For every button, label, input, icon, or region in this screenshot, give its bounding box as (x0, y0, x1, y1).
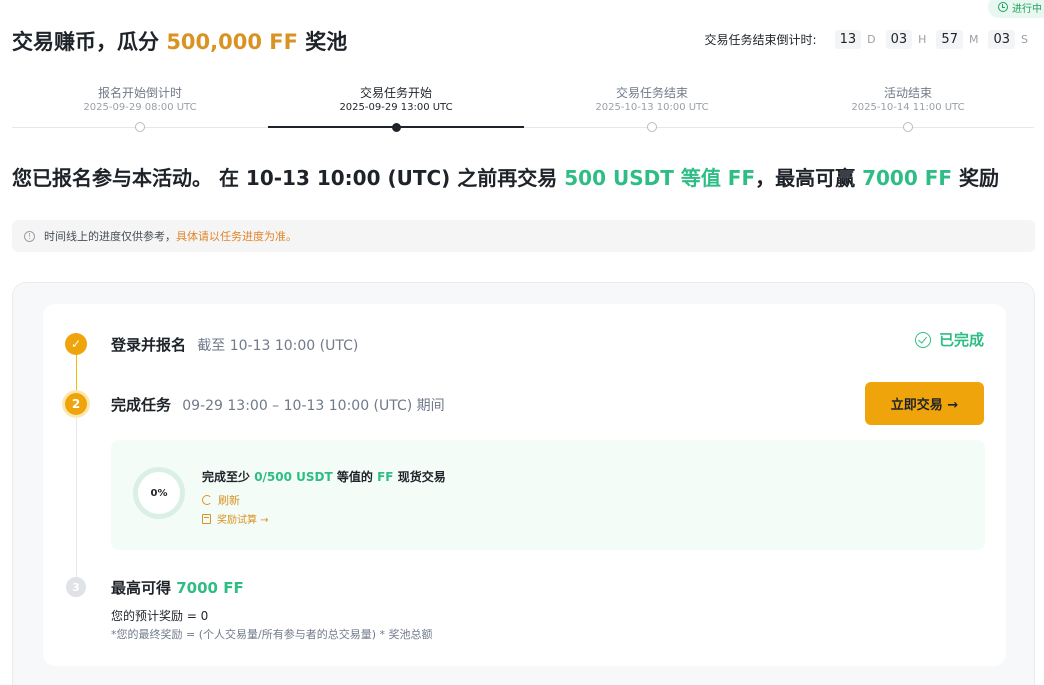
task-card-container: ✓ 登录并报名 截至 10-13 10:00 (UTC) 已完成 2 完成任务 … (12, 282, 1035, 685)
calculator-icon (202, 513, 211, 524)
trade-now-button[interactable]: 立即交易 → (865, 382, 984, 425)
info-icon: ! (24, 230, 35, 242)
clock-icon (998, 2, 1008, 12)
task-card: ✓ 登录并报名 截至 10-13 10:00 (UTC) 已完成 2 完成任务 … (43, 304, 1006, 666)
timeline-step-registration: 报名开始倒计时 2025-09-29 08:00 UTC (12, 84, 268, 132)
reward-formula: *您的最终奖励 = (个人交易量/所有参与者的总交易量) * 奖池总额 (111, 628, 433, 641)
prize-pool-amount: 500,000 FF (166, 30, 298, 54)
step-1-title: 登录并报名 截至 10-13 10:00 (UTC) (111, 336, 359, 354)
task-progress-box: 0% 完成至少 0/500 USDT 等值的 FF 现货交易 刷新 奖励试算 → (111, 440, 985, 550)
timeline-dot (392, 123, 401, 132)
countdown-timer: 交易任务结束倒计时: 13 D 03 H 57 M 03 S (704, 30, 1028, 49)
check-circle-icon (914, 331, 931, 348)
countdown-seconds: 03 (988, 30, 1016, 49)
reward-calculator-link[interactable]: 奖励试算 → (202, 511, 269, 526)
timeline-step-trading-start: 交易任务开始 2025-09-29 13:00 UTC (268, 84, 524, 132)
registration-headline: 您已报名参与本活动。 在 10-13 10:00 (UTC) 之前再交易 500… (12, 166, 1000, 190)
progress-ring: 0% (133, 467, 185, 519)
timeline-step-event-end: 活动结束 2025-10-14 11:00 UTC (780, 84, 1036, 132)
step-1-check-icon: ✓ (65, 333, 87, 355)
timeline-dot (135, 122, 145, 132)
step-3-badge: 3 (66, 577, 86, 597)
step-3-title: 最高可得 7000 FF (111, 579, 244, 597)
timeline-dot (647, 122, 657, 132)
task-progress-link[interactable]: 具体请以任务进度为准。 (176, 228, 297, 244)
countdown-minutes: 57 (936, 30, 963, 49)
countdown-label: 交易任务结束倒计时: (704, 33, 817, 47)
page-title: 交易赚币，瓜分 500,000 FF 奖池 (12, 30, 348, 54)
timeline-dot (903, 122, 913, 132)
status-badge: 进行中 (988, 0, 1044, 18)
countdown-days: 13 (834, 30, 862, 49)
step-2-title: 完成任务 09-29 13:00 – 10-13 10:00 (UTC) 期间 (111, 396, 445, 414)
refresh-icon (202, 495, 212, 505)
refresh-button[interactable]: 刷新 (202, 492, 240, 508)
status-badge-label: 进行中 (1012, 3, 1042, 15)
estimated-reward: 您的预计奖励 = 0 (111, 609, 209, 623)
event-timeline: 报名开始倒计时 2025-09-29 08:00 UTC 交易任务开始 2025… (12, 84, 1034, 136)
countdown-hours: 03 (885, 30, 913, 49)
task-description: 完成至少 0/500 USDT 等值的 FF 现货交易 (202, 470, 446, 484)
timeline-step-trading-end: 交易任务结束 2025-10-13 10:00 UTC (524, 84, 780, 132)
step-2-badge: 2 (65, 393, 87, 415)
timeline-notice: ! 时间线上的进度仅供参考， 具体请以任务进度为准。 (12, 220, 1035, 252)
step-1-status: 已完成 (914, 329, 984, 350)
